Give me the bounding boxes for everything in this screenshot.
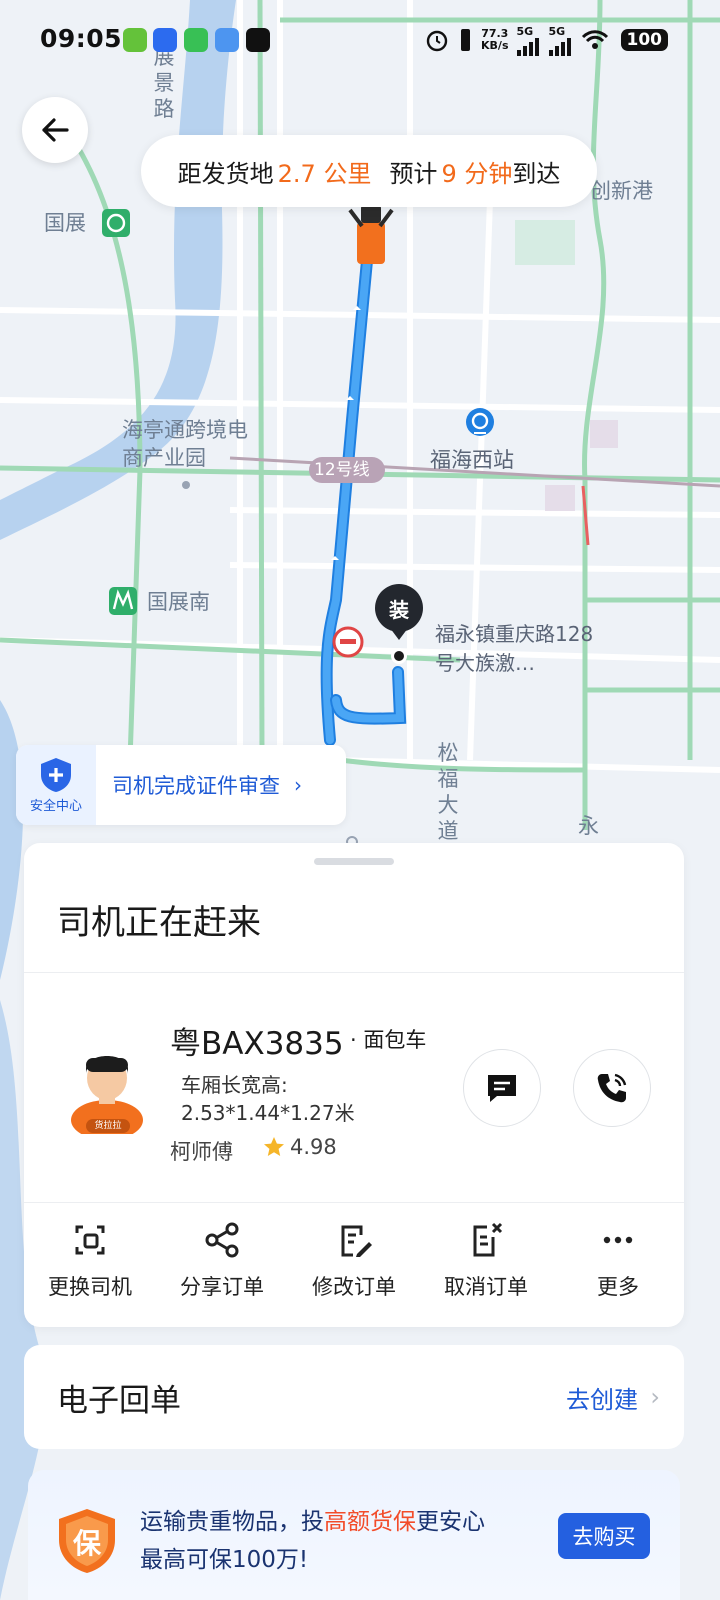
order-actions-row: 更换司机 分享订单 修改订单 取消订单 更多 [24, 1221, 684, 1321]
app-notification-icon [123, 28, 147, 52]
signal-bars-icon [548, 37, 571, 56]
change-driver-button[interactable]: 更换司机 [24, 1221, 156, 1321]
divider [24, 1202, 684, 1203]
share-order-button[interactable]: 分享订单 [156, 1221, 288, 1321]
star-icon [264, 1137, 284, 1156]
status-indicators: 77.3 KB/s 5G 5G 100 [425, 24, 668, 56]
edit-order-icon [341, 1225, 372, 1257]
drag-handle[interactable] [314, 858, 394, 865]
status-time: 09:05 [40, 24, 123, 53]
swap-driver-icon [75, 1225, 105, 1255]
avatar-badge: 货拉拉 [86, 1119, 130, 1133]
map-label-line12: 12号线 [314, 460, 370, 480]
insurance-icon-text: 保 [72, 1527, 101, 1560]
map-label-fuhai-station: 福海西站 [430, 448, 514, 472]
eta-suffix: 到达 [512, 159, 561, 188]
map-label-guozhan-south: 国展南 [147, 590, 210, 614]
e-receipt-title: 电子回单 [57, 1382, 181, 1419]
safety-message: 司机完成证件审查 [112, 774, 280, 798]
chat-icon [488, 1075, 516, 1102]
map-label-destination: 福永镇重庆路128号大族激… [435, 622, 594, 675]
safety-center-label: 安全中心 [29, 798, 82, 814]
map-label-haiting: 海亭通跨境电商产业园 [122, 418, 248, 470]
create-receipt-link[interactable]: 去创建 [566, 1380, 638, 1415]
action-label: 更换司机 [48, 1275, 132, 1299]
message-button[interactable] [463, 1049, 541, 1127]
eta-prefix: 距发货地 [177, 159, 274, 188]
driver-card: 司机正在赶来 货拉拉 粤BAX3835 · 面包车 车厢长宽高: 2.53*1.… [24, 843, 684, 1327]
call-button[interactable] [573, 1049, 651, 1127]
back-button[interactable] [22, 97, 88, 163]
map-label-chuangxin: 创新港 [590, 179, 653, 203]
x-app-icon [246, 28, 270, 52]
map-label-yong: 永 [578, 814, 599, 838]
more-button[interactable]: 更多 [552, 1221, 684, 1321]
signal-bars-icon [516, 37, 539, 56]
wechat-icon [184, 28, 208, 52]
insurance-banner[interactable]: 保 运输贵重物品，投高额货保更安心 最高可保100万! 去购买 [28, 1470, 680, 1600]
driver-rating: 4.98 [262, 1135, 337, 1159]
signal-5g-2: 5G [548, 25, 573, 56]
eta-banner: 距发货地 2.7 公里 预计 9 分钟 到达 [141, 135, 597, 207]
insurance-line2: 最高可保100万! [140, 1547, 309, 1573]
safety-center-badge: 安全中心 [16, 745, 96, 825]
safety-center-strip[interactable]: 安全中心 司机完成证件审查 › [16, 745, 346, 825]
arrow-left-icon [42, 118, 69, 142]
cancel-order-icon [473, 1222, 503, 1257]
e-receipt-card[interactable]: 电子回单 去创建 › [24, 1345, 684, 1449]
wifi-icon [581, 30, 608, 49]
cargo-dims-label: 车厢长宽高: [181, 1073, 288, 1097]
buy-insurance-button[interactable]: 去购买 [558, 1513, 650, 1559]
battery-level: 100 [620, 29, 668, 51]
net-speed: 77.3 KB/s [481, 27, 509, 52]
action-label: 修改订单 [312, 1275, 396, 1299]
app-notification-icon [153, 28, 177, 52]
status-bar: 09:05 77.3 KB/s 5G 5G 100 [0, 0, 720, 80]
cancel-order-button[interactable]: 取消订单 [420, 1221, 552, 1321]
mail-icon [215, 28, 239, 52]
chevron-right-icon: › [294, 773, 302, 797]
order-status-title: 司机正在赶来 [57, 903, 261, 943]
action-label: 更多 [597, 1275, 639, 1299]
vehicle-type: · 面包车 [350, 1028, 427, 1052]
map-label-songfu-avenue: 松福大道 [437, 741, 459, 843]
rating-value: 4.98 [290, 1135, 337, 1159]
insurance-line1: 运输贵重物品，投高额货保更安心 [140, 1509, 485, 1535]
edit-order-button[interactable]: 修改订单 [288, 1221, 420, 1321]
eta-mid: 预计 [389, 159, 438, 188]
divider [24, 972, 684, 973]
shield-plus-icon [41, 757, 71, 792]
cargo-dims-value: 2.53*1.44*1.27米 [181, 1101, 355, 1125]
eta-minutes: 9 分钟 [441, 159, 513, 188]
alarm-icon [426, 30, 448, 52]
license-plate: 粤BAX3835 [170, 1026, 344, 1062]
share-icon [205, 1222, 239, 1258]
vibrate-icon [461, 29, 471, 51]
map-label-guozhan: 国展 [44, 211, 86, 235]
action-label: 取消订单 [444, 1275, 528, 1299]
driver-name: 柯师傅 [170, 1140, 233, 1164]
eta-distance: 2.7 公里 [277, 159, 372, 188]
load-marker-label: 装 [389, 598, 409, 622]
signal-5g-1: 5G [516, 25, 541, 56]
action-label: 分享订单 [180, 1275, 264, 1299]
phone-icon [597, 1073, 627, 1103]
chevron-right-icon: › [650, 1383, 660, 1411]
more-icon [603, 1236, 633, 1244]
